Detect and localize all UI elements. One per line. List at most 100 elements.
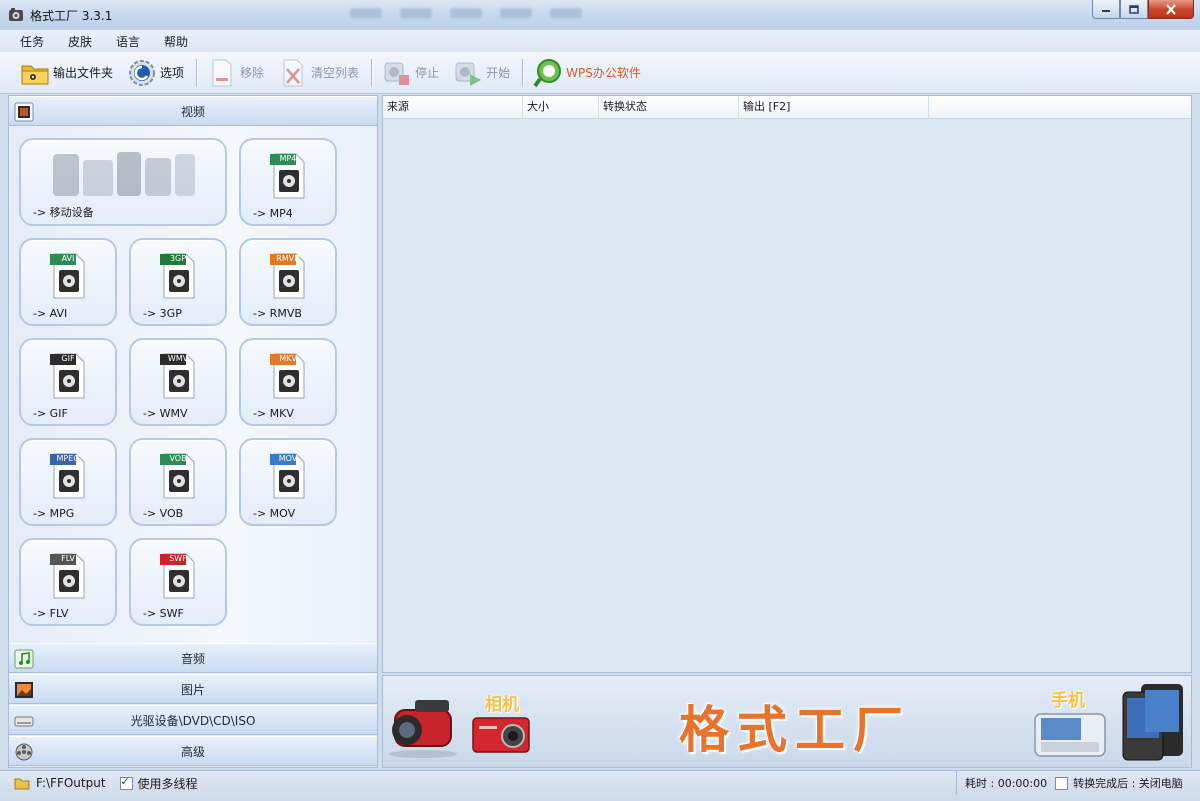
format-tile-label: -> FLV <box>33 607 69 620</box>
menu-language[interactable]: 语言 <box>112 32 144 51</box>
format-tile-label: -> MP4 <box>253 207 293 220</box>
toolbar-separator <box>196 58 198 87</box>
column-output[interactable]: 输出 [F2] <box>739 96 929 118</box>
camera-tag: 相机 <box>485 695 519 715</box>
start-icon <box>453 58 483 88</box>
category-audio[interactable]: 音频 <box>9 643 377 673</box>
clear-list-icon <box>278 58 308 88</box>
format-tile-label: -> VOB <box>143 507 184 520</box>
format-tag-label: RMVB <box>276 254 300 263</box>
menu-task[interactable]: 任务 <box>16 32 48 51</box>
start-button[interactable]: 开始 <box>451 56 512 90</box>
format-tile[interactable]: MOV -> MOV <box>239 438 337 526</box>
close-button[interactable] <box>1148 0 1194 19</box>
toolbar-separator <box>371 58 373 87</box>
menu-help[interactable]: 帮助 <box>160 32 192 51</box>
multithread-checkbox[interactable] <box>119 775 133 790</box>
task-list[interactable]: 来源 大小 转换状态 输出 [F2] <box>382 95 1192 673</box>
output-folder-label: 输出文件夹 <box>53 66 114 80</box>
options-button[interactable]: 选项 <box>125 56 186 90</box>
format-tile[interactable]: MKV -> MKV <box>239 338 337 426</box>
category-video-label: 视频 <box>180 104 205 119</box>
category-advanced[interactable]: 高级 <box>9 736 377 766</box>
toolbar: 输出文件夹 选项 移除 清空列表 停止 开始 WPS办公软件 <box>0 52 1200 94</box>
blurred-tabs <box>350 8 582 18</box>
format-tile[interactable]: -> 移动设备 <box>19 138 227 226</box>
menu-skin[interactable]: 皮肤 <box>64 32 96 51</box>
elapsed-time: 耗时 : 00:00:00 <box>965 777 1048 790</box>
format-tag-label: WMV <box>167 354 189 363</box>
camcorder-icon <box>389 700 457 758</box>
format-tile-label: -> MOV <box>253 507 296 520</box>
video-format-grid: -> 移动设备 MP4 -> MP4 AVI -> AVI 3GP -> 3GP RMVB ->… <box>9 126 377 643</box>
category-disc-label: 光驱设备\DVD\CD\ISO <box>130 713 256 728</box>
format-tile-label: -> SWF <box>143 607 184 620</box>
clear-list-button[interactable]: 清空列表 <box>276 56 361 90</box>
after-convert-label: 转换完成后 : 关闭电脑 <box>1073 777 1183 790</box>
options-label: 选项 <box>160 66 185 80</box>
category-disc[interactable]: 光驱设备\DVD\CD\ISO <box>9 705 377 735</box>
format-tag-label: MPEG <box>56 454 80 463</box>
column-source[interactable]: 来源 <box>383 96 523 118</box>
format-tile[interactable]: VOB -> VOB <box>129 438 227 526</box>
multithread-label: 使用多线程 <box>137 776 198 791</box>
menu-bar: 任务 皮肤 语言 帮助 <box>0 30 1200 52</box>
picture-icon <box>15 682 33 698</box>
window-title: 格式工厂 3.3.1 <box>30 9 113 23</box>
format-tag-label: AVI <box>61 254 75 263</box>
film-clapper-icon <box>14 102 34 122</box>
after-convert-checkbox[interactable] <box>1055 776 1069 790</box>
format-tile-label: -> MKV <box>253 407 294 420</box>
wps-office-button[interactable]: WPS办公软件 <box>531 56 643 90</box>
toolbar-separator <box>522 58 524 87</box>
format-tile[interactable]: AVI -> AVI <box>19 238 117 326</box>
format-tag-label: MOV <box>278 454 298 463</box>
category-advanced-label: 高级 <box>180 744 205 759</box>
category-video[interactable]: 视频 <box>9 96 377 126</box>
phone-tag: 手机 <box>1051 691 1085 711</box>
format-tile[interactable]: RMVB -> RMVB <box>239 238 337 326</box>
format-tile-label: -> GIF <box>33 407 68 420</box>
remove-icon <box>207 58 237 88</box>
format-tag-label: GIF <box>61 354 75 363</box>
options-gear-icon <box>127 58 157 88</box>
format-tile[interactable]: 3GP -> 3GP <box>129 238 227 326</box>
task-list-header: 来源 大小 转换状态 输出 [F2] <box>383 96 1191 119</box>
wps-icon <box>533 58 563 88</box>
remove-button[interactable]: 移除 <box>205 56 266 90</box>
format-tile[interactable]: MP4 -> MP4 <box>239 138 337 226</box>
column-size[interactable]: 大小 <box>523 96 599 118</box>
format-tile[interactable]: WMV -> WMV <box>129 338 227 426</box>
format-tag-label: SWF <box>169 554 187 563</box>
minimize-icon <box>1102 10 1110 12</box>
app-icon <box>9 8 23 21</box>
title-bar: 格式工厂 3.3.1 <box>0 0 1200 31</box>
stop-button[interactable]: 停止 <box>380 56 441 90</box>
format-tag-label: MP4 <box>279 154 297 163</box>
folder-icon <box>20 58 50 88</box>
conversion-panel: 视频 -> 移动设备 MP4 -> MP4 AVI -> AVI 3GP -> 3GP RMV… <box>8 95 378 768</box>
output-path: F:\FFOutput <box>36 776 106 790</box>
column-status[interactable]: 转换状态 <box>599 96 739 118</box>
promo-banner: 相机 格式工厂 手机 <box>382 675 1192 768</box>
format-tile[interactable]: MPEG -> MPG <box>19 438 117 526</box>
camera-icon <box>472 717 530 753</box>
output-folder-icon[interactable] <box>14 776 30 790</box>
output-folder-button[interactable]: 输出文件夹 <box>18 56 115 90</box>
clear-list-label: 清空列表 <box>311 66 360 80</box>
maximize-button[interactable] <box>1120 0 1148 19</box>
format-tag-label: VOB <box>169 454 187 463</box>
format-tile[interactable]: SWF -> SWF <box>129 538 227 626</box>
banner-title: 格式工厂 <box>679 700 911 759</box>
format-tag-label: MKV <box>279 354 297 363</box>
advanced-reel-icon <box>15 743 33 761</box>
format-tile-label: -> 3GP <box>143 307 182 320</box>
minimize-button[interactable] <box>1092 0 1120 19</box>
category-picture[interactable]: 图片 <box>9 674 377 704</box>
format-tile-label: -> MPG <box>33 507 75 520</box>
format-tile-label: -> 移动设备 <box>33 206 94 219</box>
category-audio-label: 音频 <box>180 651 205 666</box>
format-tile[interactable]: FLV -> FLV <box>19 538 117 626</box>
format-tile[interactable]: GIF -> GIF <box>19 338 117 426</box>
pda-phone-icon <box>1122 684 1183 761</box>
